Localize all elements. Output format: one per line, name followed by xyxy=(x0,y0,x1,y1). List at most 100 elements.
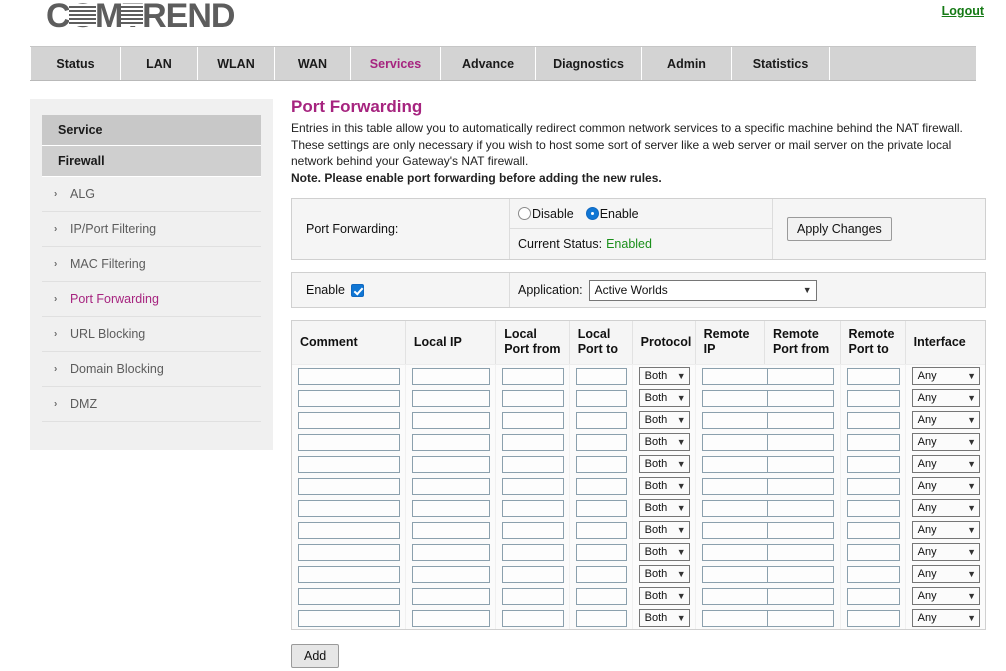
remote-ip-input[interactable] xyxy=(701,543,768,561)
local-port-from-input[interactable] xyxy=(502,477,564,495)
local-port-to-input[interactable] xyxy=(575,587,627,605)
apply-changes-button[interactable]: Apply Changes xyxy=(787,217,892,242)
remote-ip-input[interactable] xyxy=(701,389,768,407)
comment-input[interactable] xyxy=(298,499,400,517)
remote-port-from-input[interactable] xyxy=(767,499,834,517)
local-ip-input[interactable] xyxy=(411,367,491,385)
radio-enable[interactable]: Enable xyxy=(585,207,639,221)
local-ip-input[interactable] xyxy=(411,565,491,583)
local-ip-input[interactable] xyxy=(411,521,491,539)
nav-tab-wan[interactable]: WAN xyxy=(275,47,351,80)
nav-tab-advance[interactable]: Advance xyxy=(441,47,536,80)
remote-port-from-input[interactable] xyxy=(767,433,834,451)
local-port-from-input[interactable] xyxy=(502,521,564,539)
comment-input[interactable] xyxy=(298,477,400,495)
remote-port-from-input[interactable] xyxy=(767,587,834,605)
remote-port-to-input[interactable] xyxy=(846,477,900,495)
remote-ip-input[interactable] xyxy=(701,367,768,385)
radio-disable[interactable]: Disable xyxy=(518,207,574,221)
remote-port-to-input[interactable] xyxy=(846,499,900,517)
remote-port-from-input[interactable] xyxy=(767,543,834,561)
sidebar-item-dmz[interactable]: › DMZ xyxy=(42,387,261,422)
remote-port-from-input[interactable] xyxy=(767,411,834,429)
comment-input[interactable] xyxy=(298,389,400,407)
local-ip-input[interactable] xyxy=(411,609,491,627)
remote-ip-input[interactable] xyxy=(701,433,768,451)
interface-select[interactable]: Any ▼ xyxy=(911,433,980,452)
local-port-from-input[interactable] xyxy=(502,543,564,561)
interface-select[interactable]: Any ▼ xyxy=(911,609,980,628)
remote-port-to-input[interactable] xyxy=(846,565,900,583)
remote-ip-input[interactable] xyxy=(701,587,768,605)
interface-select[interactable]: Any ▼ xyxy=(911,411,980,430)
local-port-from-input[interactable] xyxy=(502,433,564,451)
remote-ip-input[interactable] xyxy=(701,411,768,429)
comment-input[interactable] xyxy=(298,521,400,539)
local-ip-input[interactable] xyxy=(411,433,491,451)
local-ip-input[interactable] xyxy=(411,477,491,495)
remote-port-from-input[interactable] xyxy=(767,521,834,539)
protocol-select[interactable]: Both ▼ xyxy=(638,367,690,386)
remote-ip-input[interactable] xyxy=(701,609,768,627)
interface-select[interactable]: Any ▼ xyxy=(911,389,980,408)
local-port-to-input[interactable] xyxy=(575,477,627,495)
remote-port-to-input[interactable] xyxy=(846,609,900,627)
local-port-to-input[interactable] xyxy=(575,521,627,539)
protocol-select[interactable]: Both ▼ xyxy=(638,477,690,496)
nav-tab-status[interactable]: Status xyxy=(30,47,121,80)
local-port-from-input[interactable] xyxy=(502,587,564,605)
protocol-select[interactable]: Both ▼ xyxy=(638,433,690,452)
protocol-select[interactable]: Both ▼ xyxy=(638,499,690,518)
local-port-to-input[interactable] xyxy=(575,565,627,583)
comment-input[interactable] xyxy=(298,543,400,561)
remote-port-from-input[interactable] xyxy=(767,477,834,495)
local-port-from-input[interactable] xyxy=(502,455,564,473)
interface-select[interactable]: Any ▼ xyxy=(911,499,980,518)
comment-input[interactable] xyxy=(298,433,400,451)
remote-ip-input[interactable] xyxy=(701,499,768,517)
local-ip-input[interactable] xyxy=(411,499,491,517)
local-port-from-input[interactable] xyxy=(502,389,564,407)
remote-port-to-input[interactable] xyxy=(846,521,900,539)
local-port-to-input[interactable] xyxy=(575,367,627,385)
local-ip-input[interactable] xyxy=(411,587,491,605)
sidebar-item-url-blocking[interactable]: › URL Blocking xyxy=(42,317,261,352)
local-port-from-input[interactable] xyxy=(502,367,564,385)
comment-input[interactable] xyxy=(298,565,400,583)
protocol-select[interactable]: Both ▼ xyxy=(638,411,690,430)
nav-tab-lan[interactable]: LAN xyxy=(121,47,198,80)
remote-port-to-input[interactable] xyxy=(846,543,900,561)
local-port-to-input[interactable] xyxy=(575,499,627,517)
local-port-from-input[interactable] xyxy=(502,609,564,627)
protocol-select[interactable]: Both ▼ xyxy=(638,455,690,474)
radio-disable-dot[interactable] xyxy=(518,207,531,221)
comment-input[interactable] xyxy=(298,609,400,627)
comment-input[interactable] xyxy=(298,411,400,429)
remote-port-from-input[interactable] xyxy=(767,367,834,385)
local-ip-input[interactable] xyxy=(411,411,491,429)
comment-input[interactable] xyxy=(298,455,400,473)
local-port-to-input[interactable] xyxy=(575,411,627,429)
remote-port-to-input[interactable] xyxy=(846,367,900,385)
remote-port-from-input[interactable] xyxy=(767,455,834,473)
remote-port-to-input[interactable] xyxy=(846,587,900,605)
remote-port-from-input[interactable] xyxy=(767,389,834,407)
comment-input[interactable] xyxy=(298,587,400,605)
remote-ip-input[interactable] xyxy=(701,565,768,583)
sidebar-item-domain-blocking[interactable]: › Domain Blocking xyxy=(42,352,261,387)
local-ip-input[interactable] xyxy=(411,543,491,561)
remote-ip-input[interactable] xyxy=(701,477,768,495)
remote-port-to-input[interactable] xyxy=(846,411,900,429)
remote-port-to-input[interactable] xyxy=(846,455,900,473)
protocol-select[interactable]: Both ▼ xyxy=(638,609,690,628)
nav-tab-services[interactable]: Services xyxy=(351,47,441,80)
local-port-from-input[interactable] xyxy=(502,565,564,583)
logout-link[interactable]: Logout xyxy=(942,4,984,18)
local-port-to-input[interactable] xyxy=(575,609,627,627)
local-port-to-input[interactable] xyxy=(575,389,627,407)
nav-tab-wlan[interactable]: WLAN xyxy=(198,47,275,80)
protocol-select[interactable]: Both ▼ xyxy=(638,543,690,562)
remote-ip-input[interactable] xyxy=(701,521,768,539)
nav-tab-admin[interactable]: Admin xyxy=(642,47,732,80)
nav-tab-statistics[interactable]: Statistics xyxy=(732,47,830,80)
